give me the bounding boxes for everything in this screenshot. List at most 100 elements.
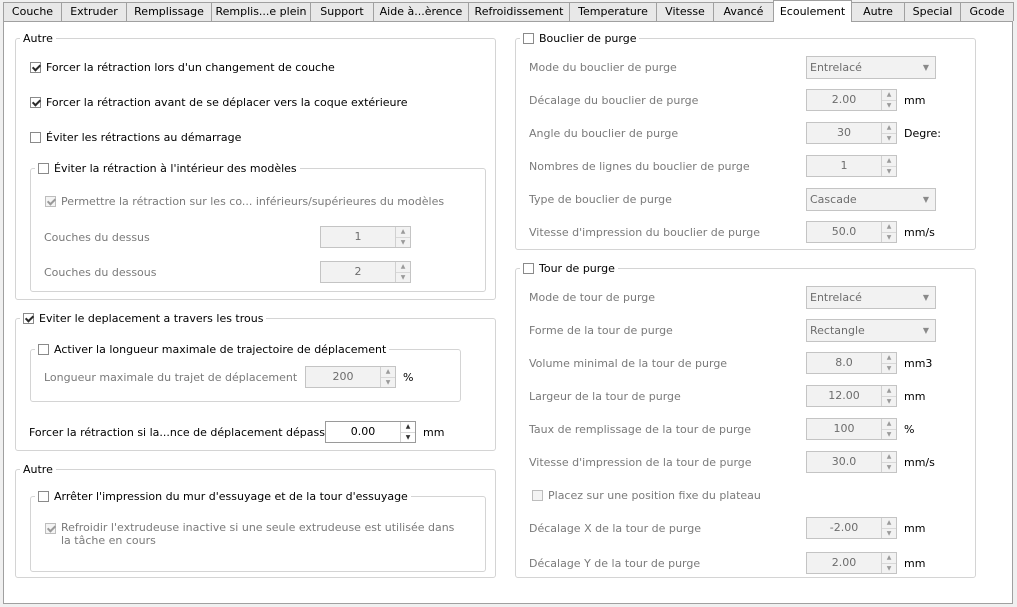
setting-combobox[interactable]: Entrelacé ▼ — [806, 286, 936, 309]
setting-spinbox[interactable]: 1 ▲ ▼ — [806, 155, 897, 177]
spin-up-icon[interactable]: ▲ — [882, 156, 896, 167]
bottom-layers-spinbox[interactable]: 2 ▲ ▼ — [320, 261, 411, 283]
tab-remplissage-plein[interactable]: Remplis...e plein — [211, 2, 311, 21]
tab-special[interactable]: Special — [904, 2, 961, 21]
setting-spinbox[interactable]: -2.00 ▲ ▼ — [806, 517, 897, 539]
tab-couche[interactable]: Couche — [3, 2, 62, 21]
spin-up-icon[interactable]: ▲ — [396, 262, 410, 273]
chevron-down-icon[interactable]: ▼ — [923, 189, 929, 210]
avoid-retraction-start-checkbox[interactable] — [30, 132, 41, 143]
spin-down-icon[interactable]: ▼ — [882, 134, 896, 144]
cool-inactive-checkbox[interactable] — [45, 523, 56, 534]
setting-label: Vitesse d'impression de la tour de purge — [529, 456, 752, 469]
tab-vitesse[interactable]: Vitesse — [656, 2, 714, 21]
avoid-retraction-inside-checkbox[interactable] — [38, 163, 49, 174]
force-retraction-layer-change-row[interactable]: Forcer la rétraction lors d'un changemen… — [30, 61, 335, 74]
setting-spinbox[interactable]: 30 ▲ ▼ — [806, 122, 897, 144]
tab-extruder[interactable]: Extruder — [61, 2, 127, 21]
setting-spinbox[interactable]: 8.0 ▲ ▼ — [806, 352, 897, 374]
setting-combobox[interactable]: Rectangle ▼ — [806, 319, 936, 342]
setting-label: Décalage du bouclier de purge — [529, 94, 699, 107]
spin-up-icon[interactable]: ▲ — [396, 227, 410, 238]
setting-spinbox[interactable]: 100 ▲ ▼ — [806, 418, 897, 440]
spin-down-icon[interactable]: ▼ — [401, 433, 415, 443]
tab-support[interactable]: Support — [310, 2, 374, 21]
max-travel-length-row[interactable]: Activer la longueur maximale de trajecto… — [35, 343, 390, 356]
force-retraction-distance-spinbox[interactable]: 0.00 ▲ ▼ — [325, 421, 416, 443]
spin-down-icon[interactable]: ▼ — [882, 529, 896, 539]
tab-remplissage[interactable]: Remplissage — [126, 2, 212, 21]
fixed-position-checkbox[interactable] — [532, 490, 543, 501]
spin-down-icon[interactable]: ▼ — [882, 564, 896, 574]
avoid-retraction-start-row[interactable]: Éviter les rétractions au démarrage — [30, 131, 241, 144]
force-retraction-outer-shell-checkbox[interactable] — [30, 97, 41, 108]
spin-down-icon[interactable]: ▼ — [882, 430, 896, 440]
unit-label: mm — [904, 390, 926, 403]
setting-spinbox[interactable]: 2.00 ▲ ▼ — [806, 89, 897, 111]
spinbox-value: 12.00 — [828, 389, 860, 402]
purge-tower-row[interactable]: Tour de purge — [520, 262, 618, 275]
force-retraction-outer-shell-row[interactable]: Forcer la rétraction avant de se déplace… — [30, 96, 408, 109]
spin-down-icon[interactable]: ▼ — [882, 101, 896, 111]
spin-up-icon[interactable]: ▲ — [882, 90, 896, 101]
setting-combobox[interactable]: Entrelacé ▼ — [806, 56, 936, 79]
spin-up-icon[interactable]: ▲ — [882, 452, 896, 463]
chevron-down-icon[interactable]: ▼ — [923, 320, 929, 341]
allow-retraction-top-bottom-checkbox[interactable] — [45, 196, 56, 207]
allow-retraction-top-bottom-row[interactable]: Permettre la rétraction sur les co... in… — [45, 195, 444, 208]
setting-combobox[interactable]: Cascade ▼ — [806, 188, 936, 211]
unit-label: mm — [904, 557, 926, 570]
avoid-travel-holes-row[interactable]: Eviter le deplacement a travers les trou… — [20, 312, 267, 325]
tab-autre[interactable]: Autre — [851, 2, 905, 21]
spin-up-icon[interactable]: ▲ — [401, 422, 415, 433]
purge-tower-checkbox[interactable] — [523, 263, 534, 274]
force-retraction-layer-change-checkbox[interactable] — [30, 62, 41, 73]
spin-down-icon[interactable]: ▼ — [882, 397, 896, 407]
fixed-position-row[interactable]: Placez sur une position fixe du plateau — [532, 489, 761, 502]
setting-spinbox[interactable]: 50.0 ▲ ▼ — [806, 221, 897, 243]
tab-gcode[interactable]: Gcode — [960, 2, 1014, 21]
chevron-down-icon[interactable]: ▼ — [923, 57, 929, 78]
setting-spinbox[interactable]: 12.00 ▲ ▼ — [806, 385, 897, 407]
unit-label: mm/s — [904, 226, 935, 239]
tab-aide-adherence[interactable]: Aide à...èrence — [373, 2, 469, 21]
spin-up-icon[interactable]: ▲ — [882, 386, 896, 397]
avoid-retraction-inside-row[interactable]: Éviter la rétraction à l'intérieur des m… — [35, 162, 300, 175]
spin-up-icon[interactable]: ▲ — [882, 353, 896, 364]
spin-up-icon[interactable]: ▲ — [882, 419, 896, 430]
cool-inactive-row[interactable]: Refroidir l'extrudeuse inactive si une s… — [45, 521, 461, 547]
spin-down-icon[interactable]: ▼ — [396, 273, 410, 283]
purge-shield-checkbox[interactable] — [523, 33, 534, 44]
tab-temperature[interactable]: Temperature — [569, 2, 657, 21]
spin-down-icon[interactable]: ▼ — [381, 378, 395, 388]
spin-up-icon[interactable]: ▲ — [882, 518, 896, 529]
spin-up-icon[interactable]: ▲ — [882, 123, 896, 134]
group-stop-wipe: Arrêter l'impression du mur d'essuyage e… — [30, 490, 486, 572]
purge-shield-row[interactable]: Bouclier de purge — [520, 32, 640, 45]
group-title: Autre — [20, 463, 56, 476]
checkbox-label: Forcer la rétraction lors d'un changemen… — [46, 61, 335, 74]
spin-down-icon[interactable]: ▼ — [882, 233, 896, 243]
stop-wipe-row[interactable]: Arrêter l'impression du mur d'essuyage e… — [35, 490, 411, 503]
tab-refroidissement[interactable]: Refroidissement — [468, 2, 570, 21]
checkbox-label: Refroidir l'extrudeuse inactive si une s… — [61, 521, 455, 547]
top-layers-spinbox[interactable]: 1 ▲ ▼ — [320, 226, 411, 248]
stop-wipe-checkbox[interactable] — [38, 491, 49, 502]
tab-avance[interactable]: Avancé — [713, 2, 774, 21]
spin-down-icon[interactable]: ▼ — [882, 364, 896, 374]
spin-up-icon[interactable]: ▲ — [882, 553, 896, 564]
setting-label: Vitesse d'impression du bouclier de purg… — [529, 226, 761, 239]
setting-spinbox[interactable]: 30.0 ▲ ▼ — [806, 451, 897, 473]
tab-ecoulement[interactable]: Ecoulement — [773, 0, 852, 22]
max-travel-length-checkbox[interactable] — [38, 344, 49, 355]
max-travel-length-spinbox[interactable]: 200 ▲ ▼ — [305, 366, 396, 388]
avoid-travel-holes-checkbox[interactable] — [23, 313, 34, 324]
setting-spinbox[interactable]: 2.00 ▲ ▼ — [806, 552, 897, 574]
spin-up-icon[interactable]: ▲ — [882, 222, 896, 233]
chevron-down-icon[interactable]: ▼ — [923, 287, 929, 308]
spin-down-icon[interactable]: ▼ — [882, 167, 896, 177]
spinbox-value: 30.0 — [831, 455, 857, 468]
spin-down-icon[interactable]: ▼ — [882, 463, 896, 473]
spin-up-icon[interactable]: ▲ — [381, 367, 395, 378]
spin-down-icon[interactable]: ▼ — [396, 238, 410, 248]
